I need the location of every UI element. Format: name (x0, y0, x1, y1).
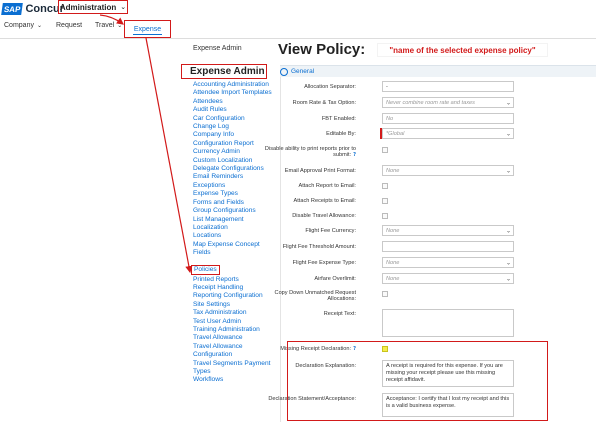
title-annotation: "name of the selected expense policy" (378, 44, 547, 56)
disable-travel-allowance-checkbox[interactable] (382, 213, 388, 219)
sidebar-item-audit-rules[interactable]: Audit Rules (193, 106, 273, 114)
nav-expense[interactable]: Expense (124, 20, 171, 38)
page-title: View Policy: (278, 41, 366, 58)
help-icon[interactable]: ? (353, 152, 356, 158)
chevron-down-icon: ⌄ (36, 22, 42, 29)
editable-by-select[interactable]: *Global ⌄ (382, 128, 514, 139)
attach-receipts-checkbox[interactable] (382, 198, 388, 204)
airfare-overlimit-label: Airfare Overlimit: (314, 276, 356, 282)
airfare-overlimit-value: None (386, 275, 400, 282)
disable-travel-allowance-label: Disable Travel Allowance: (292, 213, 356, 219)
nav-request[interactable]: Request (56, 22, 82, 29)
email-approval-print-format-label: Email Approval Print Format: (284, 168, 356, 174)
sidebar-small-heading: Expense Admin (193, 45, 242, 52)
sidebar-item-test-user-admin[interactable]: Test User Admin (193, 318, 273, 326)
copy-down-checkbox[interactable] (382, 291, 388, 297)
chevron-down-icon: ⌄ (117, 22, 123, 29)
email-approval-print-format-select[interactable]: None ⌄ (382, 165, 514, 176)
email-approval-print-format-value: None (386, 167, 400, 174)
fbt-enabled-label: FBT Enabled: (321, 116, 356, 122)
room-rate-label: Room Rate & Tax Option: (292, 100, 356, 106)
sidebar-item-attendee-import-templates[interactable]: Attendee Import Templates (193, 89, 273, 97)
editable-by-value: *Global (386, 130, 405, 137)
nav-expense-label: Expense (133, 25, 162, 33)
sidebar-item-workflows[interactable]: Workflows (193, 376, 273, 384)
chevron-down-icon: ⌄ (505, 259, 511, 266)
top-bar: SAP Concur Administration ⌄ (0, 0, 596, 17)
sidebar-item-training-administration[interactable]: Training Administration (193, 326, 273, 334)
fbt-enabled-select[interactable]: No (382, 113, 514, 124)
sidebar-item-policies[interactable]: Policies (191, 264, 220, 275)
flight-fee-expense-type-select[interactable]: None ⌄ (382, 257, 514, 268)
main-nav: Company ⌄ Request Travel ⌄ Expense (0, 17, 596, 39)
flight-fee-currency-value: None (386, 227, 400, 234)
flight-fee-threshold-label: Flight Fee Threshold Amount: (282, 244, 356, 250)
disable-print-checkbox[interactable] (382, 147, 388, 153)
allocation-separator-label: Allocation Separator: (304, 84, 356, 90)
flight-fee-currency-select[interactable]: None ⌄ (382, 225, 514, 236)
room-rate-value: Never combine room rate and taxes (386, 99, 475, 106)
attach-receipts-label: Attach Receipts to Email: (293, 198, 357, 204)
chevron-down-icon: ⌄ (505, 99, 511, 106)
flight-fee-currency-label: Flight Fee Currency: (305, 228, 356, 234)
nav-company[interactable]: Company ⌄ (4, 22, 42, 29)
flight-fee-expense-type-value: None (386, 259, 400, 266)
nav-request-label: Request (56, 22, 83, 29)
tab-general[interactable]: General (280, 65, 596, 77)
sidebar-heading-expense-admin: Expense Admin (181, 64, 267, 79)
fbt-enabled-value: No (386, 115, 394, 122)
sap-logo: SAP (1, 2, 24, 15)
administration-menu[interactable]: Administration ⌄ (58, 0, 128, 14)
missing-receipt-annotation-box (287, 341, 548, 421)
administration-menu-label: Administration (59, 2, 117, 12)
flight-fee-threshold-input[interactable] (382, 241, 514, 252)
chevron-down-icon: ⌄ (505, 227, 511, 234)
nav-travel[interactable]: Travel ⌄ (95, 22, 122, 29)
receipt-text-label: Receipt Text: (323, 311, 356, 317)
expand-circle-icon (280, 68, 288, 76)
chevron-down-icon: ⌄ (120, 3, 127, 11)
disable-print-label: Disable ability to print reports prior t… (264, 146, 356, 159)
chevron-down-icon: ⌄ (505, 167, 511, 174)
editable-by-label: Editable By: (326, 131, 356, 137)
sidebar-item-email-reminders[interactable]: Email Reminders (193, 173, 273, 181)
sidebar-item-travel-allowance[interactable]: Travel Allowance (193, 334, 273, 342)
tab-general-label: General (291, 68, 315, 75)
receipt-text-textarea[interactable] (382, 309, 514, 337)
room-rate-select[interactable]: Never combine room rate and taxes ⌄ (382, 97, 514, 108)
brand-logo[interactable]: SAP Concur (1, 2, 64, 15)
copy-down-label: Copy Down Unmatched Request Allocations: (274, 290, 356, 303)
chevron-down-icon: ⌄ (505, 130, 511, 137)
airfare-overlimit-select[interactable]: None ⌄ (382, 273, 514, 284)
chevron-down-icon: ⌄ (505, 275, 511, 282)
flight-fee-expense-type-label: Flight Fee Expense Type: (292, 260, 356, 266)
nav-company-label: Company (4, 22, 34, 29)
attach-report-label: Attach Report to Email: (298, 183, 356, 189)
allocation-separator-input[interactable]: - (382, 81, 514, 92)
nav-travel-label: Travel (95, 22, 115, 29)
attach-report-checkbox[interactable] (382, 183, 388, 189)
